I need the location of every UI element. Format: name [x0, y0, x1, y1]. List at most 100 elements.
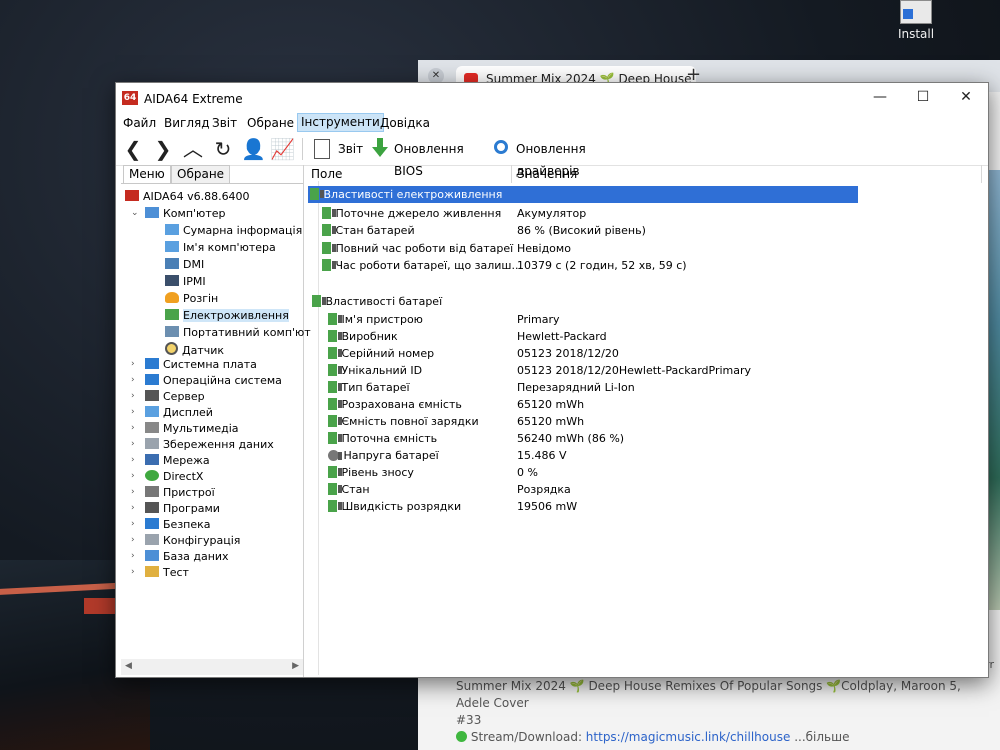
- table-row[interactable]: Ємність повної зарядки: [328, 413, 479, 430]
- disk-icon: [145, 438, 159, 449]
- title-bar[interactable]: 64 AIDA64 Extreme — ☐ ✕: [116, 83, 988, 113]
- tree-item-aida64[interactable]: AIDA64 v6.88.6400: [125, 189, 250, 205]
- tree-item-directx[interactable]: DirectX: [145, 469, 203, 485]
- field-label: Ємність повної зарядки: [341, 415, 479, 428]
- column-header-field[interactable]: Поле: [306, 165, 512, 183]
- show-more-link[interactable]: ...більше: [794, 730, 849, 744]
- tree-item-summary[interactable]: Сумарна інформація: [165, 223, 302, 239]
- minimize-button[interactable]: —: [868, 87, 892, 107]
- tree-item-ipmi[interactable]: IPMI: [165, 274, 206, 290]
- field-label: Повний час роботи від батареї: [335, 242, 514, 255]
- installer-icon: [900, 0, 932, 24]
- column-header-value[interactable]: Значення: [512, 165, 982, 183]
- tree-item-overclock[interactable]: Розгін: [165, 291, 218, 307]
- tree-item-server[interactable]: Сервер: [145, 389, 205, 405]
- tab-favorites[interactable]: Обране: [171, 165, 231, 183]
- tree-item-multimedia[interactable]: Мультимедіа: [145, 421, 239, 437]
- tree-item-power[interactable]: Електроживлення: [165, 308, 289, 324]
- forward-button[interactable]: ❯: [152, 138, 174, 160]
- monitor-icon: [165, 241, 179, 252]
- refresh-button[interactable]: ↻: [212, 138, 234, 160]
- network-icon: [145, 454, 159, 465]
- chevron-right-icon[interactable]: ›: [131, 407, 141, 417]
- table-row[interactable]: Стан: [328, 481, 370, 498]
- green-circle-icon: [456, 731, 467, 742]
- aida64-icon: [125, 190, 139, 201]
- table-row[interactable]: Серійний номер: [328, 345, 434, 362]
- tree-item-devices[interactable]: Пристрої: [145, 485, 215, 501]
- table-row[interactable]: Поточне джерело живлення: [322, 205, 501, 222]
- field-label: Швидкість розрядки: [341, 500, 462, 513]
- tree-item-motherboard[interactable]: Системна плата: [145, 357, 257, 373]
- table-row[interactable]: Ім'я пристрою: [328, 311, 423, 328]
- menu-view[interactable]: Вигляд: [164, 116, 210, 130]
- tree-item-computer-name[interactable]: Ім'я комп'ютера: [165, 240, 276, 256]
- up-button[interactable]: ︿: [182, 138, 204, 160]
- config-icon: [145, 534, 159, 545]
- chart-button[interactable]: 📈: [270, 138, 295, 160]
- tree-item-software[interactable]: Програми: [145, 501, 220, 517]
- table-row[interactable]: Повний час роботи від батареї: [322, 240, 513, 257]
- section-power-properties[interactable]: Властивості електроживлення: [308, 186, 858, 203]
- table-row[interactable]: Унікальний ID: [328, 362, 422, 379]
- chevron-right-icon[interactable]: ›: [131, 359, 141, 369]
- chevron-right-icon[interactable]: ›: [131, 535, 141, 545]
- battery-icon: [328, 330, 342, 342]
- table-row[interactable]: Напруга батареї: [328, 447, 439, 464]
- chevron-right-icon[interactable]: ›: [131, 439, 141, 449]
- tree-item-computer[interactable]: Комп'ютер: [145, 206, 225, 222]
- tree-item-benchmark[interactable]: Тест: [145, 565, 189, 581]
- tree-item-dmi[interactable]: DMI: [165, 257, 204, 273]
- tree-item-config[interactable]: Конфігурація: [145, 533, 240, 549]
- tree-item-storage[interactable]: Збереження даних: [145, 437, 274, 453]
- tab-menu[interactable]: Меню: [123, 165, 171, 183]
- desktop-install-shortcut[interactable]: Install: [886, 0, 946, 41]
- chevron-right-icon[interactable]: ›: [131, 471, 141, 481]
- tree-item-security[interactable]: Безпека: [145, 517, 211, 533]
- table-row[interactable]: Розрахована ємність: [328, 396, 462, 413]
- scroll-left-icon[interactable]: ◀: [125, 661, 132, 671]
- chevron-right-icon[interactable]: ›: [131, 567, 141, 577]
- chevron-down-icon[interactable]: ⌄: [131, 208, 141, 218]
- table-row[interactable]: Стан батарей: [322, 222, 415, 239]
- tree-item-network[interactable]: Мережа: [145, 453, 210, 469]
- menu-report[interactable]: Звіт: [212, 116, 237, 130]
- battery-icon: [328, 432, 342, 444]
- close-button[interactable]: ✕: [954, 87, 978, 107]
- motherboard-icon: [145, 358, 159, 369]
- table-row[interactable]: Тип батареї: [328, 379, 410, 396]
- bios-update-button[interactable]: Оновлення BIOS: [372, 138, 484, 178]
- chevron-right-icon[interactable]: ›: [131, 423, 141, 433]
- driver-update-button[interactable]: Оновлення драйверів: [494, 138, 634, 178]
- tree-item-portable[interactable]: Портативний комп'ют: [165, 325, 311, 341]
- menu-file[interactable]: Файл: [123, 116, 156, 130]
- chevron-right-icon[interactable]: ›: [131, 519, 141, 529]
- tree-item-display[interactable]: Дисплей: [145, 405, 213, 421]
- chevron-right-icon[interactable]: ›: [131, 551, 141, 561]
- tree-item-sensor[interactable]: Датчик: [165, 342, 224, 358]
- menu-favorites[interactable]: Обране: [247, 116, 294, 130]
- table-row[interactable]: Виробник: [328, 328, 398, 345]
- back-button[interactable]: ❮: [122, 138, 144, 160]
- table-row[interactable]: Рівень зносу: [328, 464, 414, 481]
- chevron-right-icon[interactable]: ›: [131, 503, 141, 513]
- maximize-button[interactable]: ☐: [911, 87, 935, 107]
- chevron-right-icon[interactable]: ›: [131, 391, 141, 401]
- menu-tools[interactable]: Інструменти: [297, 113, 384, 132]
- menu-help[interactable]: Довідка: [380, 116, 430, 130]
- chevron-right-icon[interactable]: ›: [131, 375, 141, 385]
- table-row[interactable]: Час роботи батареї, що залиш...: [322, 257, 522, 274]
- user-button[interactable]: 👤: [241, 138, 266, 160]
- table-row[interactable]: Швидкість розрядки: [328, 498, 461, 515]
- scroll-right-icon[interactable]: ▶: [292, 661, 299, 671]
- voltage-icon: [328, 450, 342, 461]
- chevron-right-icon[interactable]: ›: [131, 487, 141, 497]
- table-row[interactable]: Поточна ємність: [328, 430, 437, 447]
- horizontal-scrollbar[interactable]: ◀ ▶: [121, 659, 303, 675]
- tree-item-database[interactable]: База даних: [145, 549, 229, 565]
- description-line-2: #33: [456, 713, 482, 727]
- section-battery-properties[interactable]: Властивості батареї: [312, 293, 442, 310]
- tree-item-os[interactable]: Операційна система: [145, 373, 282, 389]
- stream-link[interactable]: https://magicmusic.link/chillhouse: [586, 730, 791, 744]
- chevron-right-icon[interactable]: ›: [131, 455, 141, 465]
